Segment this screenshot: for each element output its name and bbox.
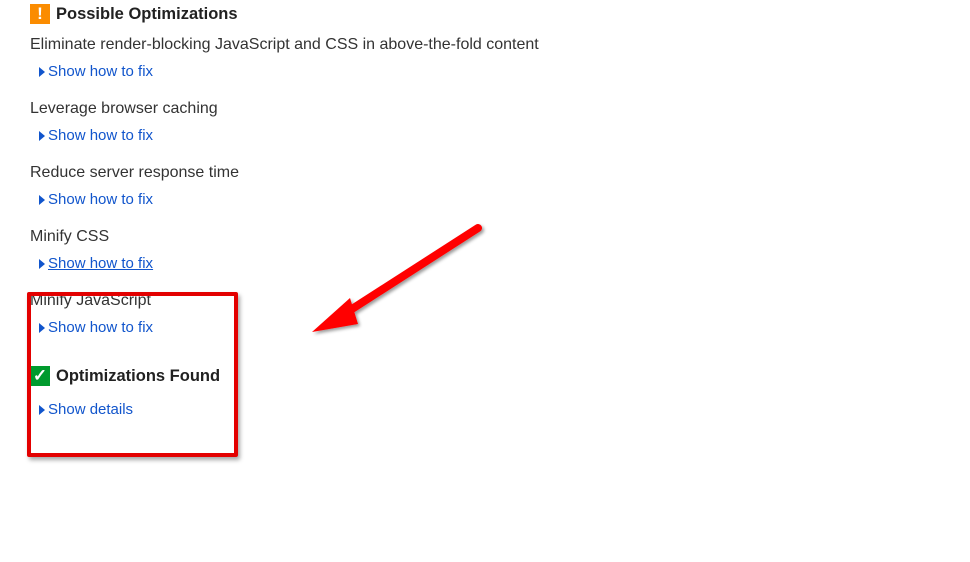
show-how-to-fix-link[interactable]: Show how to fix <box>48 127 153 144</box>
show-how-to-fix-link[interactable]: Show how to fix <box>48 63 153 80</box>
show-how-to-fix-toggle[interactable]: Show how to fix <box>39 60 153 88</box>
optimization-item-minify-js: Minify JavaScript Show how to fix <box>30 292 970 344</box>
show-how-to-fix-link[interactable]: Show how to fix <box>48 319 153 336</box>
optimization-item: Eliminate render-blocking JavaScript and… <box>30 36 970 88</box>
show-how-to-fix-toggle[interactable]: Show how to fix <box>39 252 153 280</box>
optimization-item-title: Minify CSS <box>30 228 970 246</box>
triangle-right-icon <box>39 405 45 415</box>
show-details-link[interactable]: Show details <box>48 401 133 418</box>
show-how-to-fix-toggle[interactable]: Show how to fix <box>39 188 153 216</box>
show-details-toggle[interactable]: Show details <box>39 398 133 426</box>
triangle-right-icon <box>39 323 45 333</box>
optimization-item: Leverage browser caching Show how to fix <box>30 100 970 152</box>
optimization-item-title: Reduce server response time <box>30 164 970 182</box>
optimization-item-title: Eliminate render-blocking JavaScript and… <box>30 36 970 54</box>
optimization-item-minify-css: Minify CSS Show how to fix <box>30 228 970 280</box>
show-how-to-fix-link[interactable]: Show how to fix <box>48 191 153 208</box>
checkmark-icon: ✓ <box>30 366 50 386</box>
triangle-right-icon <box>39 67 45 77</box>
optimization-item: Reduce server response time Show how to … <box>30 164 970 216</box>
optimizations-found-title: Optimizations Found <box>56 367 220 386</box>
triangle-right-icon <box>39 195 45 205</box>
optimization-item-title: Leverage browser caching <box>30 100 970 118</box>
triangle-right-icon <box>39 259 45 269</box>
possible-optimizations-header: ! Possible Optimizations <box>30 4 970 24</box>
possible-optimizations-title: Possible Optimizations <box>56 5 238 24</box>
show-how-to-fix-toggle[interactable]: Show how to fix <box>39 124 153 152</box>
triangle-right-icon <box>39 131 45 141</box>
show-how-to-fix-link[interactable]: Show how to fix <box>48 255 153 272</box>
show-how-to-fix-toggle[interactable]: Show how to fix <box>39 316 153 344</box>
warning-icon: ! <box>30 4 50 24</box>
optimization-item-title: Minify JavaScript <box>30 292 970 310</box>
optimizations-found-header: ✓ Optimizations Found <box>30 366 970 386</box>
